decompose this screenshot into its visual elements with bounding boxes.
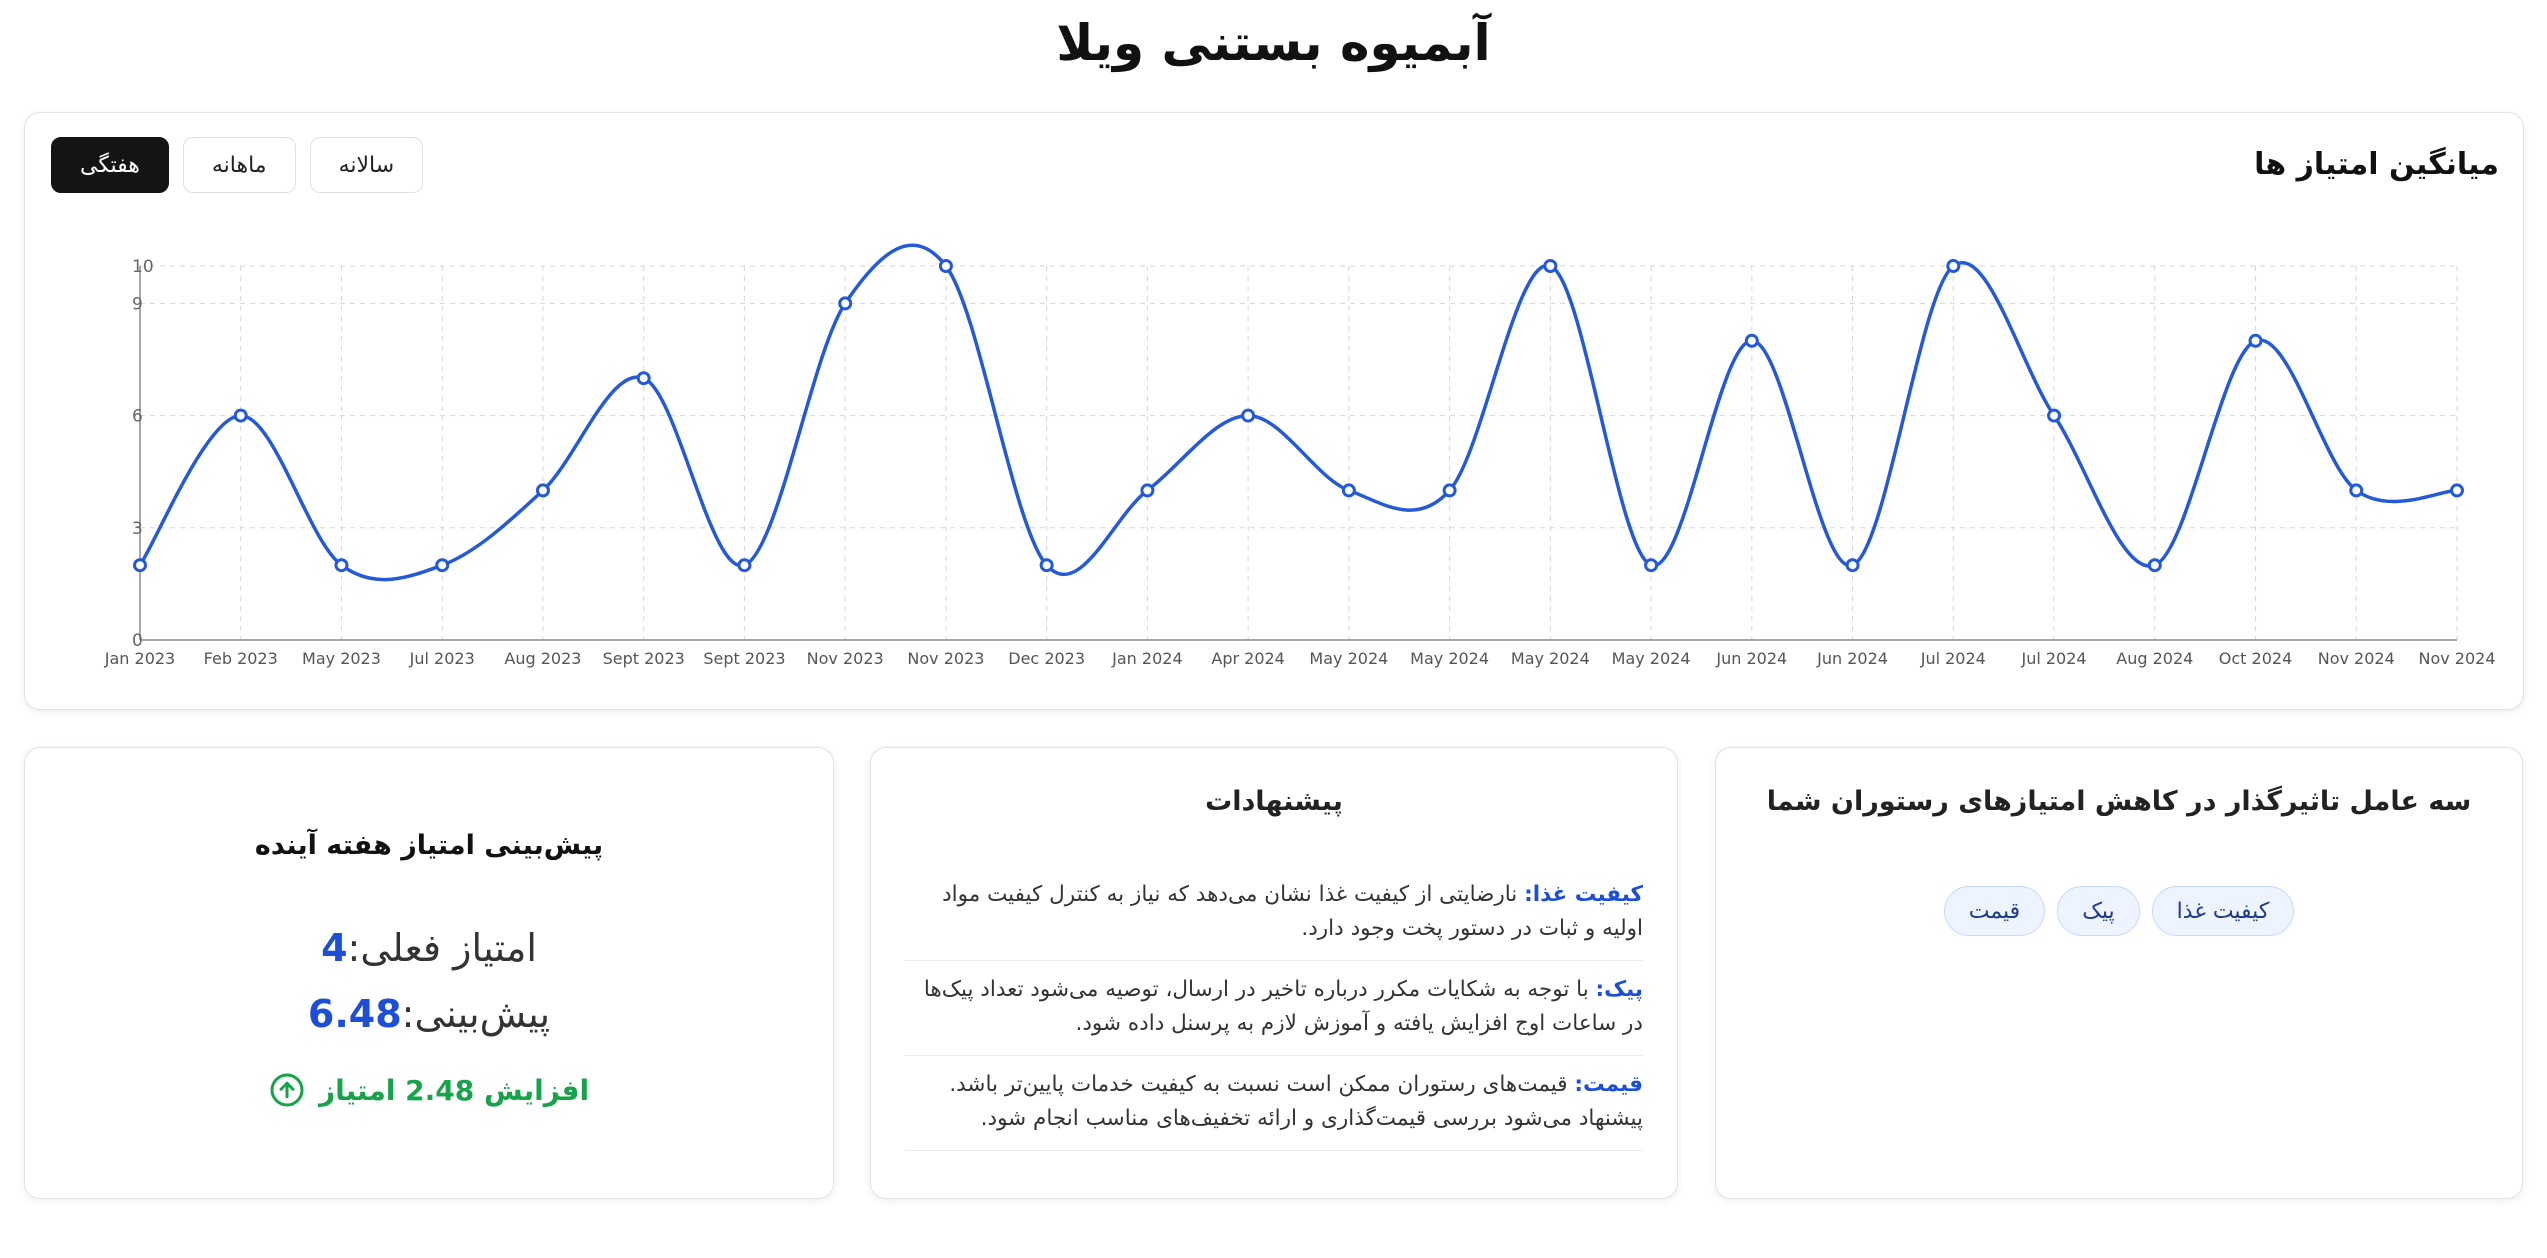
data-point (1744, 333, 1759, 348)
data-point (535, 483, 550, 498)
suggestion-item: کیفیت غذا: نارضایتی از کیفیت غذا نشان می… (905, 878, 1643, 961)
data-point (1341, 483, 1356, 498)
x-tick-label: Nov 2024 (2318, 649, 2395, 668)
data-point (1644, 558, 1659, 573)
factors-card: سه عامل تاثیرگذار در کاهش امتیازهای رستو… (1715, 747, 2523, 1199)
x-tick-label: May 2024 (1612, 649, 1691, 668)
data-point (334, 558, 349, 573)
x-tick-label: Apr 2024 (1211, 649, 1284, 668)
current-score: امتیاز فعلی:4 (25, 926, 833, 970)
x-tick-label: Feb 2023 (204, 649, 278, 668)
factor-tag-food-quality[interactable]: کیفیت غذا (2151, 886, 2295, 936)
x-tick-label: Oct 2024 (2219, 649, 2292, 668)
y-tick-label: 3 (132, 519, 143, 539)
data-point (1946, 259, 1961, 273)
data-point (1845, 558, 1860, 573)
x-tick-label: Nov 2024 (2418, 649, 2495, 668)
data-point (2047, 408, 2062, 423)
suggestion-text: با توجه به شکایات مکرر درباره تاخیر در ا… (923, 977, 1643, 1036)
data-point (1442, 483, 1457, 498)
data-point (2450, 483, 2464, 498)
suggestion-key: پیک: (1595, 977, 1643, 1002)
x-tick-label: Jun 2024 (1715, 649, 1787, 668)
x-tick-label: Aug 2024 (2116, 649, 2193, 668)
y-tick-label: 0 (132, 631, 143, 651)
predicted-score: پیش‌بینی:6.48 (25, 992, 833, 1036)
current-score-value: 4 (321, 926, 348, 970)
x-tick-label: Aug 2023 (504, 649, 581, 668)
x-tick-label: Nov 2023 (807, 649, 884, 668)
predicted-score-value: 6.48 (307, 992, 402, 1036)
factor-tags: کیفیت غذا پیک قیمت (1716, 886, 2522, 936)
data-point (1543, 259, 1558, 273)
suggestions-title: پیشنهادات (1205, 786, 1343, 817)
factor-tag-courier[interactable]: پیک (2057, 886, 2140, 936)
score-change: افزایش 2.48 امتیاز (25, 1072, 833, 1108)
average-score-line-chart: 0 3 6 9 10 Jan 2023 Feb 2023 May 2023 Jul 2023 Au… (104, 243, 2496, 668)
suggestion-key: کیفیت غذا: (1524, 882, 1643, 907)
y-tick-label: 10 (132, 257, 154, 277)
forecast-title: پیش‌بینی امتیاز هفته آینده (254, 830, 604, 861)
factor-tag-price[interactable]: قیمت (1943, 886, 2046, 936)
data-point (1039, 558, 1054, 573)
suggestion-key: قیمت: (1574, 1072, 1643, 1097)
x-tick-label: Jul 2024 (1920, 649, 1986, 668)
series-line (138, 243, 2458, 582)
suggestions-card: پیشنهادات کیفیت غذا: نارضایتی از کیفیت غ… (870, 747, 1678, 1199)
data-point (636, 371, 651, 386)
suggestion-item: قیمت: قیمت‌های رستوران ممکن است نسبت به … (905, 1056, 1643, 1151)
score-change-text: افزایش 2.48 امتیاز (318, 1073, 590, 1107)
data-point (737, 558, 752, 573)
x-tick-label: Nov 2023 (907, 649, 984, 668)
suggestion-item: پیک: با توجه به شکایات مکرر درباره تاخیر… (905, 961, 1643, 1056)
x-tick-label: Dec 2023 (1008, 649, 1085, 668)
x-tick-label: Jan 2024 (1111, 649, 1182, 668)
x-tick-label: May 2024 (1410, 649, 1489, 668)
y-tick-label: 9 (132, 294, 143, 314)
x-tick-label: Sept 2023 (703, 649, 785, 668)
data-point (2349, 483, 2364, 498)
x-tick-label: May 2023 (302, 649, 381, 668)
y-tick-label: 6 (132, 407, 143, 427)
data-point (233, 408, 248, 423)
data-point (435, 558, 450, 573)
data-point (2248, 333, 2263, 348)
forecast-card: پیش‌بینی امتیاز هفته آینده امتیاز فعلی:4… (24, 747, 834, 1199)
x-tick-label: May 2024 (1511, 649, 1590, 668)
x-tick-label: Jan 2023 (104, 649, 175, 668)
x-tick-label: Jul 2023 (409, 649, 475, 668)
data-point (1140, 483, 1155, 498)
x-tick-label: May 2024 (1309, 649, 1388, 668)
x-tick-label: Jul 2024 (2020, 649, 2086, 668)
current-score-label: امتیاز فعلی: (347, 926, 537, 970)
arrow-up-circle-icon (270, 1073, 304, 1107)
data-point (2147, 558, 2162, 573)
data-point (133, 558, 147, 573)
data-point (838, 296, 853, 311)
data-point (1241, 408, 1256, 423)
suggestions-list: کیفیت غذا: نارضایتی از کیفیت غذا نشان می… (905, 878, 1643, 1151)
x-tick-label: Jun 2024 (1816, 649, 1888, 668)
page-title: آبمیوه بستنی ویلا (1056, 14, 1491, 72)
average-score-chart-card: میانگین امتیاز ها هفتگی ماهانه سالانه 03… (24, 112, 2524, 710)
factors-title: سه عامل تاثیرگذار در کاهش امتیازهای رستو… (1766, 786, 2472, 817)
data-point (938, 259, 953, 273)
x-tick-label: Sept 2023 (603, 649, 685, 668)
predicted-score-label: پیش‌بینی: (401, 992, 551, 1036)
suggestion-text: قیمت‌های رستوران ممکن است نسبت به کیفیت … (949, 1072, 1643, 1131)
